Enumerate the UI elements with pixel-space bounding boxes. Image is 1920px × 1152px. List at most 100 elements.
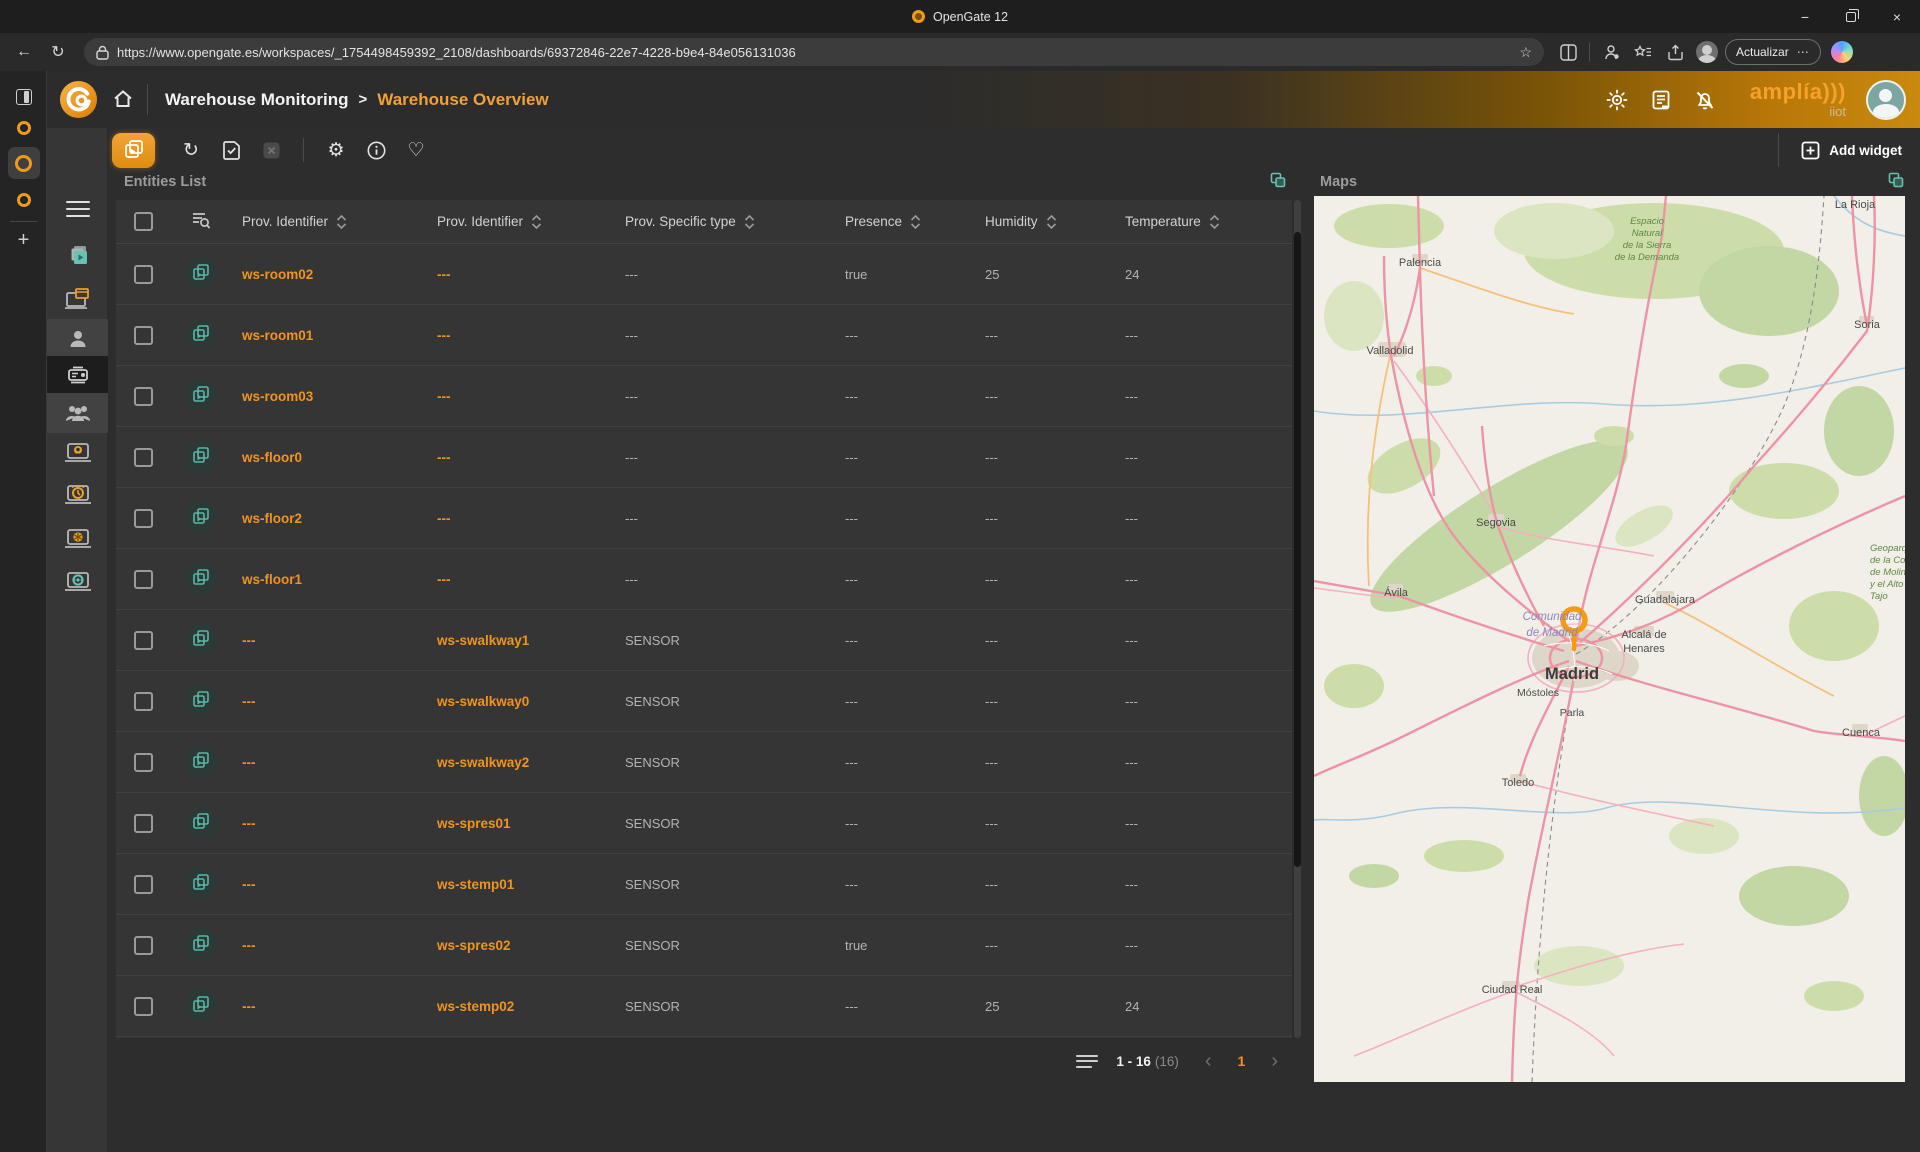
cell-identifier-1[interactable]: ws-floor2 [242,511,437,526]
column-header[interactable]: Humidity [985,214,1125,230]
cell-identifier-1[interactable]: ws-room01 [242,328,437,343]
map-widget[interactable]: La Rioja Espacio Natural de la Sierra de la … [1314,196,1905,1082]
table-row[interactable]: --- ws-swalkway0 SENSOR --- --- --- [116,671,1292,732]
url-bar[interactable]: https://www.opengate.es/workspaces/_1754… [84,38,1544,66]
page-refresh-button[interactable]: ↻ [44,38,72,66]
page-size-icon[interactable] [1076,1051,1099,1071]
sort-icon[interactable] [744,214,755,230]
tab-panel-icon[interactable] [15,89,32,105]
widget-options-icon[interactable] [1888,172,1904,188]
cell-identifier-2[interactable]: ws-stemp02 [437,999,625,1014]
cell-identifier-1[interactable]: --- [242,755,437,770]
new-tab-button[interactable]: + [18,229,30,252]
user-avatar[interactable] [1866,79,1906,120]
table-row[interactable]: --- ws-stemp01 SENSOR --- --- --- [116,854,1292,915]
column-header[interactable]: Prov. Specific type [625,214,845,230]
sort-icon[interactable] [910,214,921,230]
favorite-dashboard-button[interactable]: ♡ [396,133,436,168]
notifications-muted-button[interactable] [1690,85,1720,115]
row-checkbox[interactable] [134,508,153,528]
row-checkbox[interactable] [134,935,153,955]
cell-identifier-1[interactable]: --- [242,816,437,831]
widget-options-icon[interactable] [1270,172,1286,188]
sidebar-item-groups[interactable] [47,393,108,433]
cell-identifier-1[interactable]: --- [242,999,437,1014]
sidebar-item-workspaces[interactable] [47,279,108,319]
table-row[interactable]: ws-floor2 --- --- --- --- --- [116,488,1292,549]
cell-identifier-1[interactable]: --- [242,938,437,953]
row-checkbox[interactable] [134,996,153,1016]
table-row[interactable]: --- ws-swalkway2 SENSOR --- --- --- [116,732,1292,793]
row-checkbox[interactable] [134,813,153,833]
add-widget-button[interactable]: Add widget [1778,133,1902,167]
row-checkbox[interactable] [134,264,153,284]
theme-toggle-button[interactable] [1602,85,1632,115]
table-row[interactable]: --- ws-spres02 SENSOR true --- --- [116,915,1292,976]
table-row[interactable]: ws-room03 --- --- --- --- --- [116,366,1292,427]
breadcrumb-dashboard[interactable]: Warehouse Overview [377,90,548,110]
column-header[interactable]: Presence [845,214,985,230]
split-screen-icon[interactable] [1554,38,1582,66]
row-checkbox[interactable] [134,325,153,345]
column-header[interactable]: Prov. Identifier [242,214,437,230]
sort-icon[interactable] [1046,214,1057,230]
dashboard-info-button[interactable] [356,133,396,168]
table-row[interactable]: --- ws-swalkway1 SENSOR --- --- --- [116,610,1292,671]
current-page[interactable]: 1 [1238,1053,1246,1069]
copilot-icon[interactable] [1830,41,1853,63]
dashboard-settings-button[interactable]: ⚙ [316,133,356,168]
row-checkbox[interactable] [134,691,153,711]
table-row[interactable]: ws-room01 --- --- --- --- --- [116,305,1292,366]
column-header[interactable]: Temperature [1125,214,1292,230]
sidebar-item-entities[interactable] [47,356,108,396]
cell-identifier-2[interactable]: ws-swalkway0 [437,694,625,709]
row-checkbox[interactable] [134,874,153,894]
restore-button[interactable] [1828,0,1874,33]
filter-search-icon[interactable] [190,210,212,230]
cell-identifier-2[interactable]: ws-stemp01 [437,877,625,892]
cell-identifier-2[interactable]: ws-swalkway1 [437,633,625,648]
row-checkbox[interactable] [134,630,153,650]
cell-identifier-1[interactable]: ws-floor1 [242,572,437,587]
column-header[interactable]: Prov. Identifier [437,214,625,230]
active-tab-tile[interactable] [7,147,40,179]
favorite-star-icon[interactable]: ☆ [1519,44,1532,61]
wallet-icon[interactable] [1597,38,1625,66]
table-scrollbar[interactable] [1294,200,1301,1038]
table-row[interactable]: ws-room02 --- --- true 25 24 [116,244,1292,305]
minimize-button[interactable]: − [1782,0,1828,33]
cell-identifier-1[interactable]: ws-room03 [242,389,437,404]
table-row[interactable]: --- ws-spres01 SENSOR --- --- --- [116,793,1292,854]
cell-identifier-1[interactable]: --- [242,633,437,648]
cell-identifier-1[interactable]: ws-room02 [242,267,437,282]
sidebar-item-operations[interactable] [47,433,108,473]
browser-tab[interactable]: OpenGate 12 [911,10,1008,24]
scrollbar-thumb[interactable] [1294,232,1301,867]
cell-identifier-2[interactable]: --- [437,389,625,404]
favorites-bar-icon[interactable] [1629,38,1657,66]
table-row[interactable]: ws-floor0 --- --- --- --- --- [116,427,1292,488]
sidebar-item-alarms[interactable] [47,475,108,515]
release-notes-button[interactable] [1646,85,1676,115]
cell-identifier-2[interactable]: ws-spres02 [437,938,625,953]
sort-icon[interactable] [336,214,347,230]
cell-identifier-2[interactable]: ws-swalkway2 [437,755,625,770]
row-checkbox[interactable] [134,386,153,406]
cell-identifier-1[interactable]: --- [242,877,437,892]
row-checkbox[interactable] [134,752,153,772]
close-button[interactable]: × [1874,0,1920,33]
sidebar-item-users[interactable] [47,319,108,359]
opengate-logo-icon[interactable] [59,80,98,119]
table-row[interactable]: --- ws-stemp02 SENSOR --- 25 24 [116,976,1292,1037]
cell-identifier-1[interactable]: ws-floor0 [242,450,437,465]
row-checkbox[interactable] [134,569,153,589]
tab-favicon-icon[interactable] [16,121,31,135]
sort-icon[interactable] [1209,214,1220,230]
cell-identifier-1[interactable]: --- [242,694,437,709]
breadcrumb-workspace[interactable]: Warehouse Monitoring [165,90,349,110]
sidebar-menu-button[interactable] [47,189,108,229]
row-checkbox[interactable] [134,447,153,467]
tab-favicon-icon[interactable] [16,193,31,207]
back-button[interactable]: ← [10,38,38,66]
actualizar-button[interactable]: Actualizar ⋯ [1725,39,1821,65]
